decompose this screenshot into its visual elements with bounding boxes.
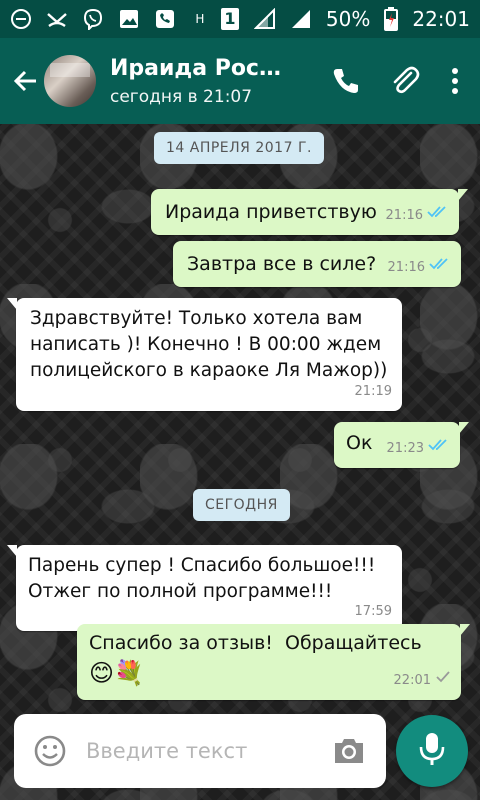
battery-percent: 50% <box>325 7 371 31</box>
more-vert-icon[interactable] <box>448 64 462 98</box>
sim-slot-icon: 1 <box>220 8 240 30</box>
message-meta: 21:23 <box>387 436 450 462</box>
message-bubble-outgoing[interactable]: Ок 21:23 <box>334 422 469 468</box>
double-check-read-icon <box>428 436 450 462</box>
message-bubble-outgoing[interactable]: Ираида приветствую 21:16 <box>151 189 468 235</box>
double-check-read-icon <box>427 203 449 229</box>
message-text: Здравствуйте! Только хотела вам написать… <box>30 308 388 381</box>
message-text: Ираида приветствую <box>165 201 377 223</box>
attach-icon[interactable] <box>388 64 422 98</box>
avatar[interactable] <box>44 55 96 107</box>
message-time: 17:59 <box>354 604 392 619</box>
signal-icon <box>253 8 276 30</box>
message-emojis: 😊💐 <box>89 659 144 687</box>
message-meta: 17:59 <box>355 599 392 625</box>
message-input[interactable] <box>84 738 308 764</box>
signal-icon <box>290 8 312 30</box>
contact-name: Ираида Рос… <box>110 55 281 81</box>
status-bar: H 1 50% 22:01 <box>0 0 480 38</box>
chat-area[interactable]: 14 АПРЕЛЯ 2017 Г. Ираида приветствую 21:… <box>0 124 480 800</box>
single-check-icon <box>435 668 451 694</box>
date-chip: 14 АПРЕЛЯ 2017 Г. <box>154 132 324 164</box>
last-seen: сегодня в 21:07 <box>110 86 253 107</box>
message-text: Спасибо за отзыв! Обращайтесь <box>89 632 422 654</box>
clock: 22:01 <box>412 7 470 31</box>
message-meta: 21:16 <box>388 255 451 281</box>
message-meta: 22:01 <box>394 668 451 694</box>
message-text: Парень супер ! Спасибо большое!!! Отжег … <box>28 555 376 602</box>
battery-icon <box>384 7 399 31</box>
phone-icon[interactable] <box>328 64 362 98</box>
double-check-read-icon <box>429 255 451 281</box>
header-actions <box>328 64 462 98</box>
missed-call-icon <box>46 8 68 30</box>
message-time: 21:16 <box>385 208 423 223</box>
date-chip: СЕГОДНЯ <box>193 489 290 521</box>
contact-info[interactable]: Ираида Рос… сегодня в 21:07 <box>110 56 290 107</box>
message-text: Ок <box>346 432 373 454</box>
message-time: 21:23 <box>386 441 424 456</box>
message-meta: 21:16 <box>386 203 449 229</box>
sim-slot-number: 1 <box>220 8 239 30</box>
message-time: 21:16 <box>387 260 425 275</box>
message-meta: 21:19 <box>355 379 392 405</box>
mic-icon <box>418 731 446 771</box>
message-text: Завтра все в силе? <box>187 253 377 275</box>
back-arrow-icon[interactable] <box>8 63 44 99</box>
viber-icon <box>82 8 104 30</box>
minus-circle-icon <box>10 8 32 30</box>
mic-button[interactable] <box>396 715 468 787</box>
message-composer <box>14 714 386 788</box>
camera-icon[interactable] <box>330 732 368 770</box>
network-type: H <box>195 11 205 26</box>
emoji-icon[interactable] <box>30 731 70 771</box>
message-bubble-incoming[interactable]: Парень супер ! Спасибо большое!!! Отжег … <box>7 545 402 631</box>
message-bubble-outgoing[interactable]: Спасибо за отзыв! Обращайтесь 😊💐 22:01 <box>77 624 470 700</box>
image-icon <box>118 8 140 30</box>
message-bubble-outgoing[interactable]: Завтра все в силе? 21:16 <box>173 241 461 287</box>
status-left-icons <box>10 8 176 30</box>
message-time: 22:01 <box>393 673 431 688</box>
chat-header: Ираида Рос… сегодня в 21:07 <box>0 38 480 124</box>
status-right-icons: H 1 50% 22:01 <box>194 7 470 31</box>
phone-badge-icon <box>154 8 176 30</box>
message-bubble-incoming[interactable]: Здравствуйте! Только хотела вам написать… <box>7 298 402 411</box>
message-time: 21:19 <box>354 384 392 399</box>
